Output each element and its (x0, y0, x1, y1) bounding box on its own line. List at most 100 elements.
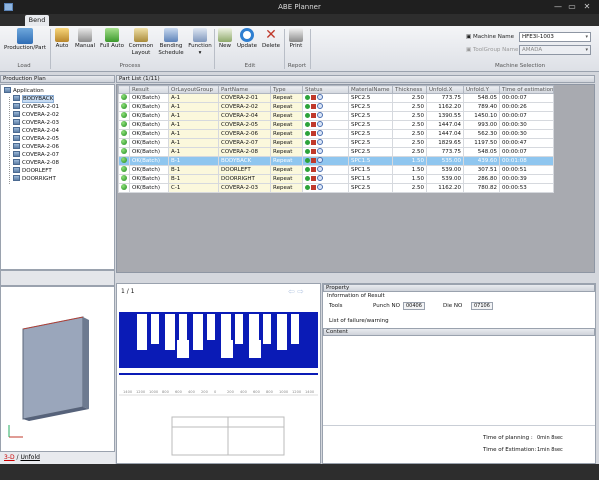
minimize-button[interactable]: — (552, 2, 564, 12)
tree-item[interactable]: COVERA-2-07 (13, 151, 59, 158)
bending-schedule-button[interactable]: Bending Schedule (156, 28, 186, 57)
part-name-cell: COVERA-2-01 (218, 93, 271, 103)
tree-item[interactable]: COVERA-2-03 (13, 119, 59, 126)
tree-item[interactable]: COVERA-2-05 (13, 135, 59, 142)
tree-item[interactable]: COVERA-2-04 (13, 127, 59, 134)
part-name-cell: DOORLEFT (218, 165, 271, 175)
column-header[interactable]: Unfold.X (426, 85, 464, 94)
manual-button[interactable]: Manual (73, 28, 97, 50)
production-plan-tree[interactable]: Application BODYBACK COVERA-2-01 COVERA-2-… (0, 84, 115, 270)
table-row[interactable]: OK(Batch) A-1 COVERA-2-02 Repeat SPC2.5 2.50 1… (118, 102, 555, 112)
part-icon (13, 175, 20, 181)
globe-status-icon (317, 94, 323, 100)
toolgroup-select[interactable]: AMADA ▾ (519, 45, 591, 55)
part-name-cell: COVERA-2-04 (218, 111, 271, 121)
column-header[interactable]: PartName (218, 85, 271, 94)
type-cell: Repeat (270, 129, 303, 139)
tree-item-label: COVERA-2-07 (22, 152, 60, 158)
column-header[interactable]: Result (129, 85, 169, 94)
common-layout-button[interactable]: Common Layout (127, 28, 155, 57)
new-button[interactable]: New (216, 28, 234, 50)
result-cell: OK(Batch) (129, 156, 169, 166)
layout-group-cell: A-1 (168, 147, 219, 157)
column-header[interactable]: Thickness (392, 85, 427, 94)
scale-tick-label: 800 (162, 390, 170, 394)
page-nav-arrows[interactable]: ⇦ ⇨ (288, 287, 304, 296)
tab-bend[interactable]: Bend (25, 15, 49, 26)
unfold-y-cell: 439.60 (463, 156, 500, 166)
tree-item[interactable]: COVERA-2-02 (13, 111, 59, 118)
column-header[interactable]: MaterialName (348, 85, 393, 94)
link-separator: / (16, 454, 19, 461)
common-layout-label-2: Layout (131, 50, 151, 56)
globe-status-icon (317, 121, 323, 127)
bend-simulation-view[interactable]: 1 / 1 ⇦ ⇨ 1400 1200 1000 800 600 400 200 0 200 40… (116, 283, 321, 464)
status-icons-cell (302, 138, 349, 148)
tree-item[interactable]: DOORLEFT (13, 167, 52, 174)
punch-no-value: 00406 (403, 302, 425, 310)
maximize-button[interactable]: ▭ (566, 2, 578, 12)
unfold-link[interactable]: Unfold (20, 454, 39, 461)
part-icon (13, 111, 20, 117)
table-row[interactable]: OK(Batch) A-1 COVERA-2-01 Repeat SPC2.5 2.50 7… (118, 93, 555, 103)
unfold-x-cell: 535.00 (426, 156, 464, 166)
part-3d-preview[interactable] (0, 286, 115, 452)
tree-item[interactable]: COVERA-2-01 (13, 103, 59, 110)
part-icon (13, 151, 20, 157)
column-header[interactable]: OrLayoutGroup (168, 85, 219, 94)
full-auto-button[interactable]: Full Auto (98, 28, 126, 50)
table-row[interactable]: OK(Batch) B-1 DOORLEFT Repeat SPC1.5 1.50 539.… (118, 165, 555, 175)
column-header[interactable] (118, 85, 130, 94)
tree-item-label: BODYBACK (22, 95, 55, 103)
table-row[interactable]: OK(Batch) A-1 COVERA-2-07 Repeat SPC2.5 2.50 1… (118, 138, 555, 148)
column-header[interactable]: Time of estimation (498, 85, 555, 94)
machine-name-select[interactable]: HFE3I-1003 ▾ (519, 32, 591, 42)
table-row[interactable]: OK(Batch) A-1 COVERA-2-08 Repeat SPC2.5 2.50 7… (118, 147, 555, 157)
tree-item[interactable]: COVERA-2-06 (13, 143, 59, 150)
production-part-button[interactable]: Production/Part (4, 28, 46, 52)
machine-name-value: HFE3I-1003 (522, 34, 554, 40)
column-header[interactable]: Type (270, 85, 303, 94)
ribbon-tab-row: Bend (0, 14, 599, 26)
auto-button[interactable]: Auto (53, 28, 71, 50)
status-icons-cell (302, 93, 349, 103)
table-row[interactable]: OK(Batch) C-1 COVERA-2-03 Repeat SPC2.5 2.50 1… (118, 183, 555, 193)
column-header[interactable]: Status (302, 85, 349, 94)
thickness-cell: 2.50 (392, 129, 427, 139)
scale-tick-label: 1000 (149, 390, 159, 394)
auto-label: Auto (55, 43, 69, 49)
close-button[interactable]: ✕ (581, 2, 593, 12)
table-row[interactable]: OK(Batch) B-1 DOORRIGHT Repeat SPC1.5 1.50 539… (118, 174, 555, 184)
folder-icon (4, 87, 11, 93)
tree-item[interactable]: BODYBACK (13, 95, 55, 103)
function-button[interactable]: Function ▾ (187, 28, 213, 57)
table-row[interactable]: OK(Batch) A-1 COVERA-2-04 Repeat SPC2.5 2.50 1… (118, 111, 555, 121)
layout-group-cell: A-1 (168, 93, 219, 103)
type-cell: Repeat (270, 138, 303, 148)
scale-tick-label: 600 (253, 390, 261, 394)
table-row[interactable]: OK(Batch) A-1 COVERA-2-06 Repeat SPC2.5 2.50 1… (118, 129, 555, 139)
table-row[interactable]: OK(Batch) A-1 COVERA-2-05 Repeat SPC2.5 2.50 1… (118, 120, 555, 130)
tree-splitter[interactable] (0, 270, 115, 286)
tool-block (177, 340, 189, 358)
window-title: ABE Planner (278, 3, 321, 11)
unfold-y-cell: 1197.50 (463, 138, 500, 148)
tree-item[interactable]: COVERA-2-08 (13, 159, 59, 166)
delete-button[interactable]: ✕ Delete (260, 28, 282, 50)
print-button[interactable]: Print (287, 28, 305, 50)
time-planning-value: 0min 8sec (537, 435, 563, 441)
three-d-link[interactable]: 3-D (4, 454, 15, 461)
toolgroup-name-label: ToolGroup Name (473, 47, 519, 53)
tree-root[interactable]: Application (4, 87, 44, 94)
unfold-y-cell: 780.82 (463, 183, 500, 193)
tree-item[interactable]: DOORRIGHT (13, 175, 56, 182)
unfold-y-cell: 1450.10 (463, 111, 500, 121)
property-header: Property (323, 284, 595, 292)
machine-icon: ▣ (466, 34, 472, 40)
table-row[interactable]: OK(Batch) B-1 BODYBACK Repeat SPC1.5 1.50 535.… (118, 156, 555, 166)
status-bar (0, 464, 599, 480)
column-header[interactable]: Unfold.Y (463, 85, 500, 94)
common-layout-label-1: Common (128, 43, 154, 49)
punch-no-label: Punch NO (373, 303, 400, 309)
update-button[interactable]: Update (236, 28, 258, 50)
